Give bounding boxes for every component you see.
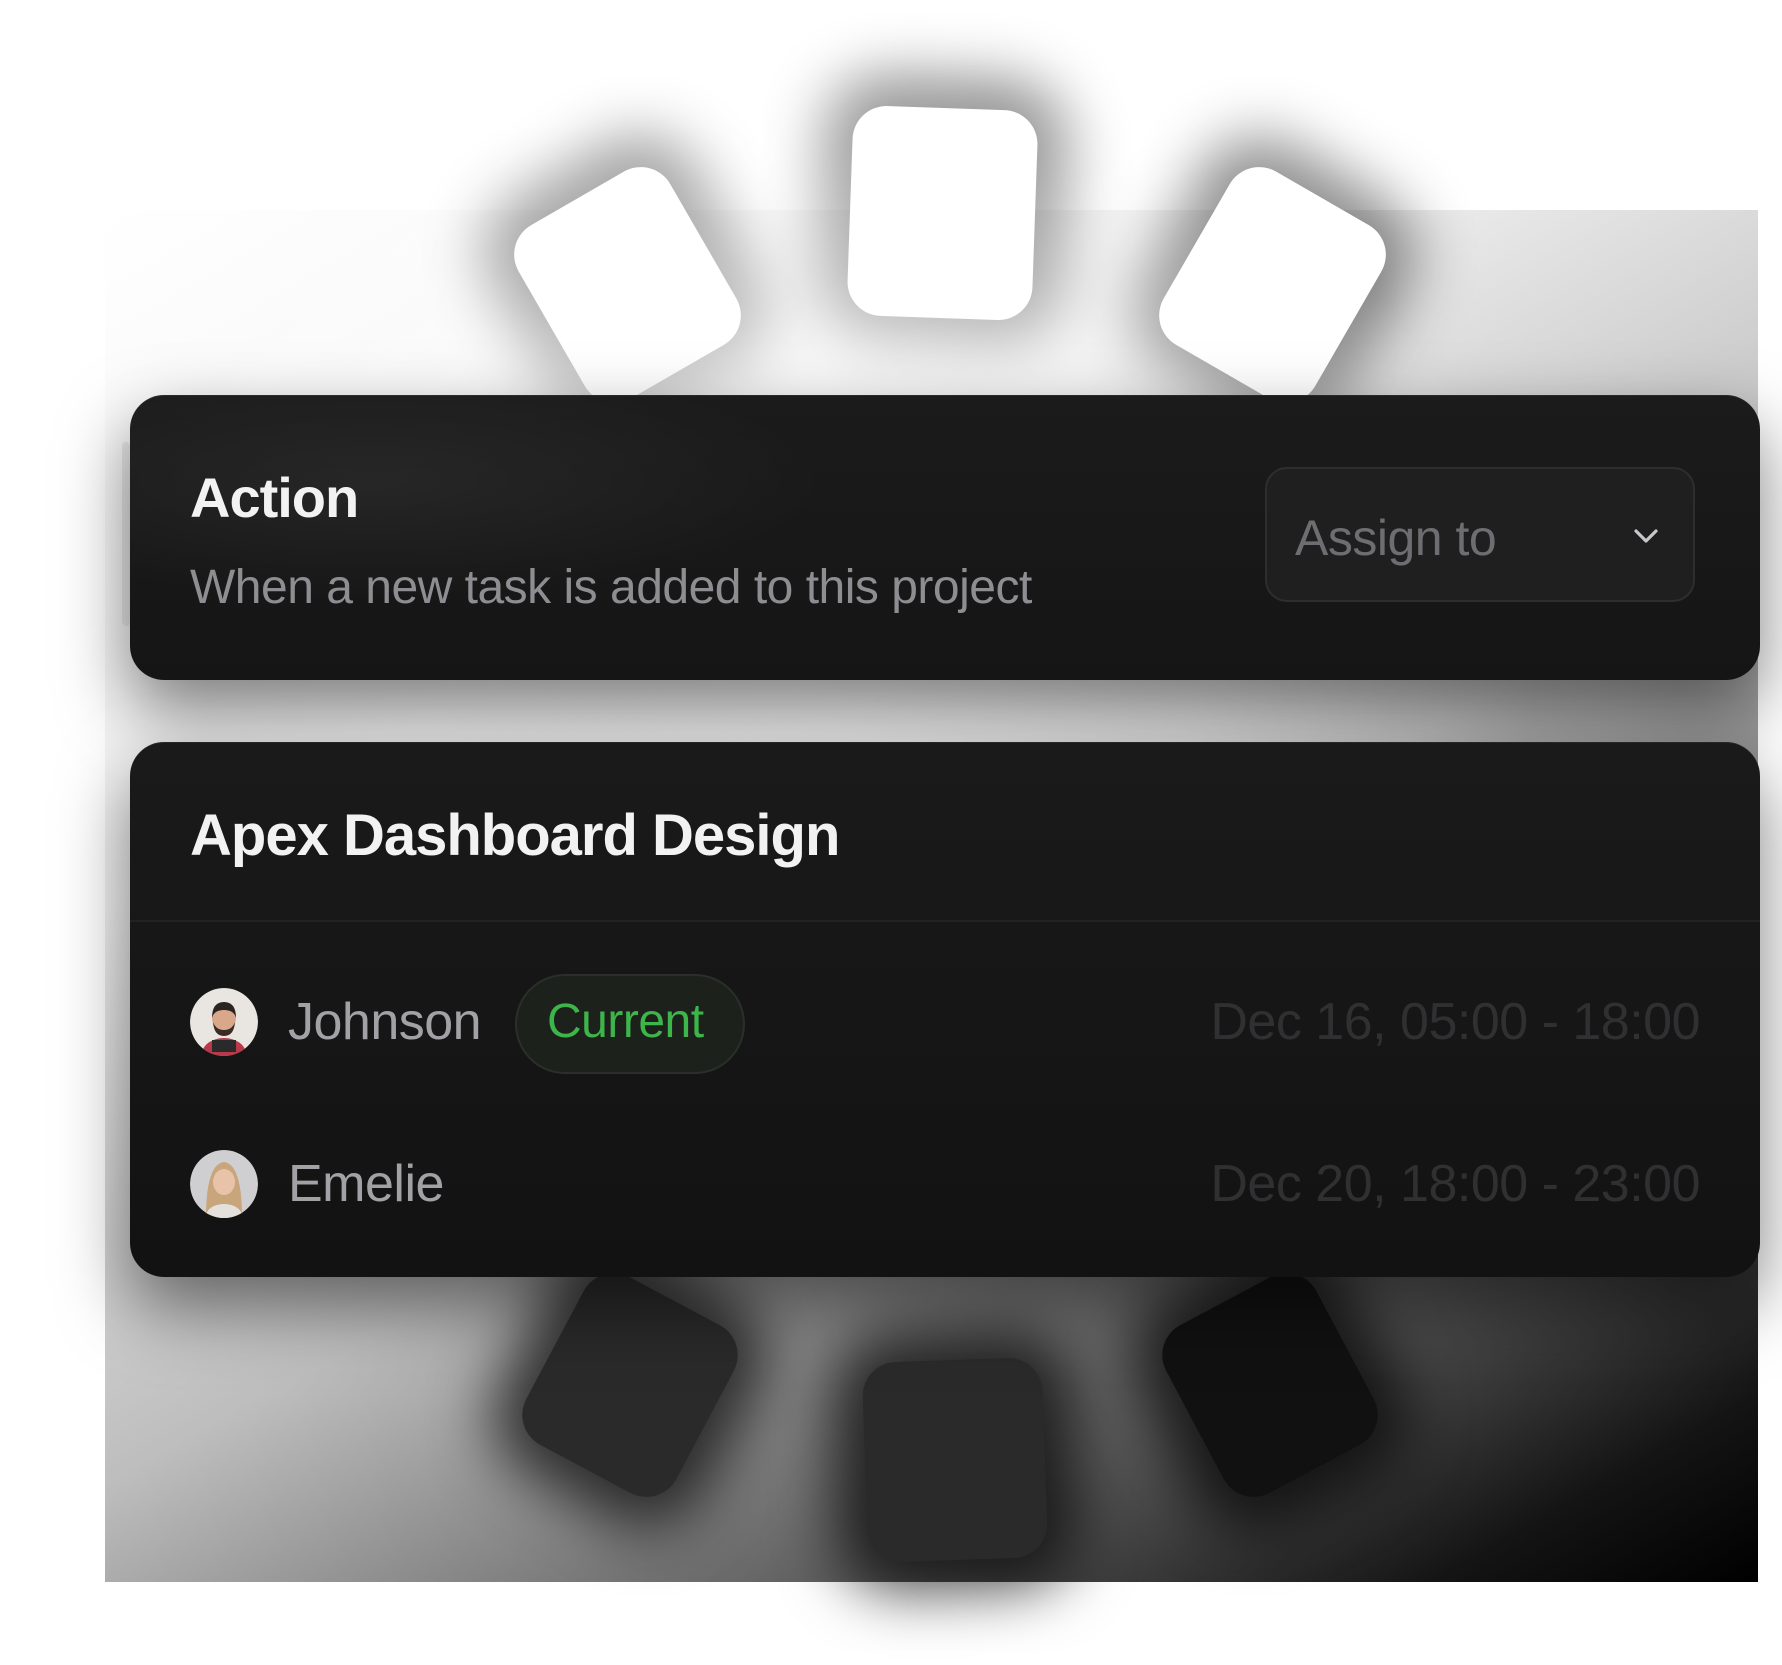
assignee-row[interactable]: Johnson Current Dec 16, 05:00 - 18:00	[190, 974, 1700, 1074]
avatar	[190, 988, 258, 1056]
action-trigger-description: When a new task is added to this project	[190, 561, 1032, 614]
shift-time: Dec 20, 18:00 - 23:00	[1210, 1155, 1700, 1213]
selection-indicator	[122, 442, 130, 626]
chevron-down-icon	[1634, 529, 1658, 543]
gear-spoke	[1146, 154, 1399, 416]
gear-spoke	[846, 104, 1039, 322]
action-title: Action	[190, 466, 359, 529]
assignee-name: Emelie	[288, 1155, 444, 1213]
avatar-johnson-icon	[190, 988, 258, 1056]
gear-spoke	[1150, 1261, 1390, 1509]
gear-spoke	[510, 1261, 750, 1509]
gear-spoke	[501, 154, 754, 416]
status-badge-label: Current	[547, 995, 704, 1048]
assign-to-label: Assign to	[1295, 510, 1497, 566]
action-card: Action When a new task is added to this …	[130, 395, 1760, 680]
project-title: Apex Dashboard Design	[190, 803, 840, 868]
project-card: Apex Dashboard Design Johnson Current De…	[130, 742, 1760, 1277]
assignee-row[interactable]: Emelie Dec 20, 18:00 - 23:00	[190, 1144, 1700, 1224]
avatar-emelie-icon	[190, 1150, 258, 1218]
gear-spoke	[861, 1356, 1049, 1564]
shift-time: Dec 16, 05:00 - 18:00	[1210, 993, 1700, 1051]
assignee-name: Johnson	[288, 993, 482, 1051]
status-badge: Current	[515, 974, 745, 1074]
avatar	[190, 1150, 258, 1218]
divider	[130, 920, 1760, 922]
canvas: Action When a new task is added to this …	[0, 0, 1782, 1665]
assign-to-dropdown[interactable]: Assign to	[1265, 467, 1695, 602]
